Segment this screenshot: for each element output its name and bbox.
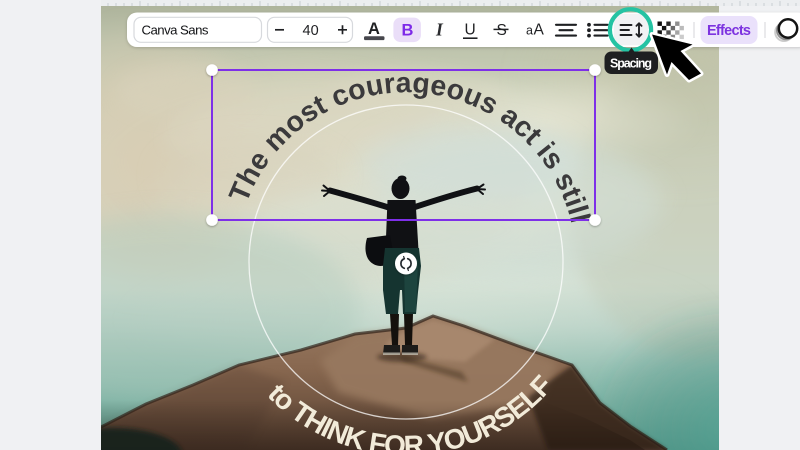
svg-text:Canva Sans: Canva Sans bbox=[142, 23, 209, 38]
svg-text:I: I bbox=[435, 19, 444, 39]
svg-text:40: 40 bbox=[303, 23, 319, 39]
svg-text:U: U bbox=[465, 21, 476, 38]
svg-text:S: S bbox=[497, 22, 507, 39]
svg-text:a: a bbox=[526, 24, 533, 38]
svg-text:Spacing: Spacing bbox=[610, 56, 652, 70]
svg-text:A: A bbox=[368, 20, 380, 38]
svg-text:B: B bbox=[402, 21, 414, 39]
svg-text:Effects: Effects bbox=[707, 23, 751, 39]
svg-text:A: A bbox=[534, 22, 545, 39]
